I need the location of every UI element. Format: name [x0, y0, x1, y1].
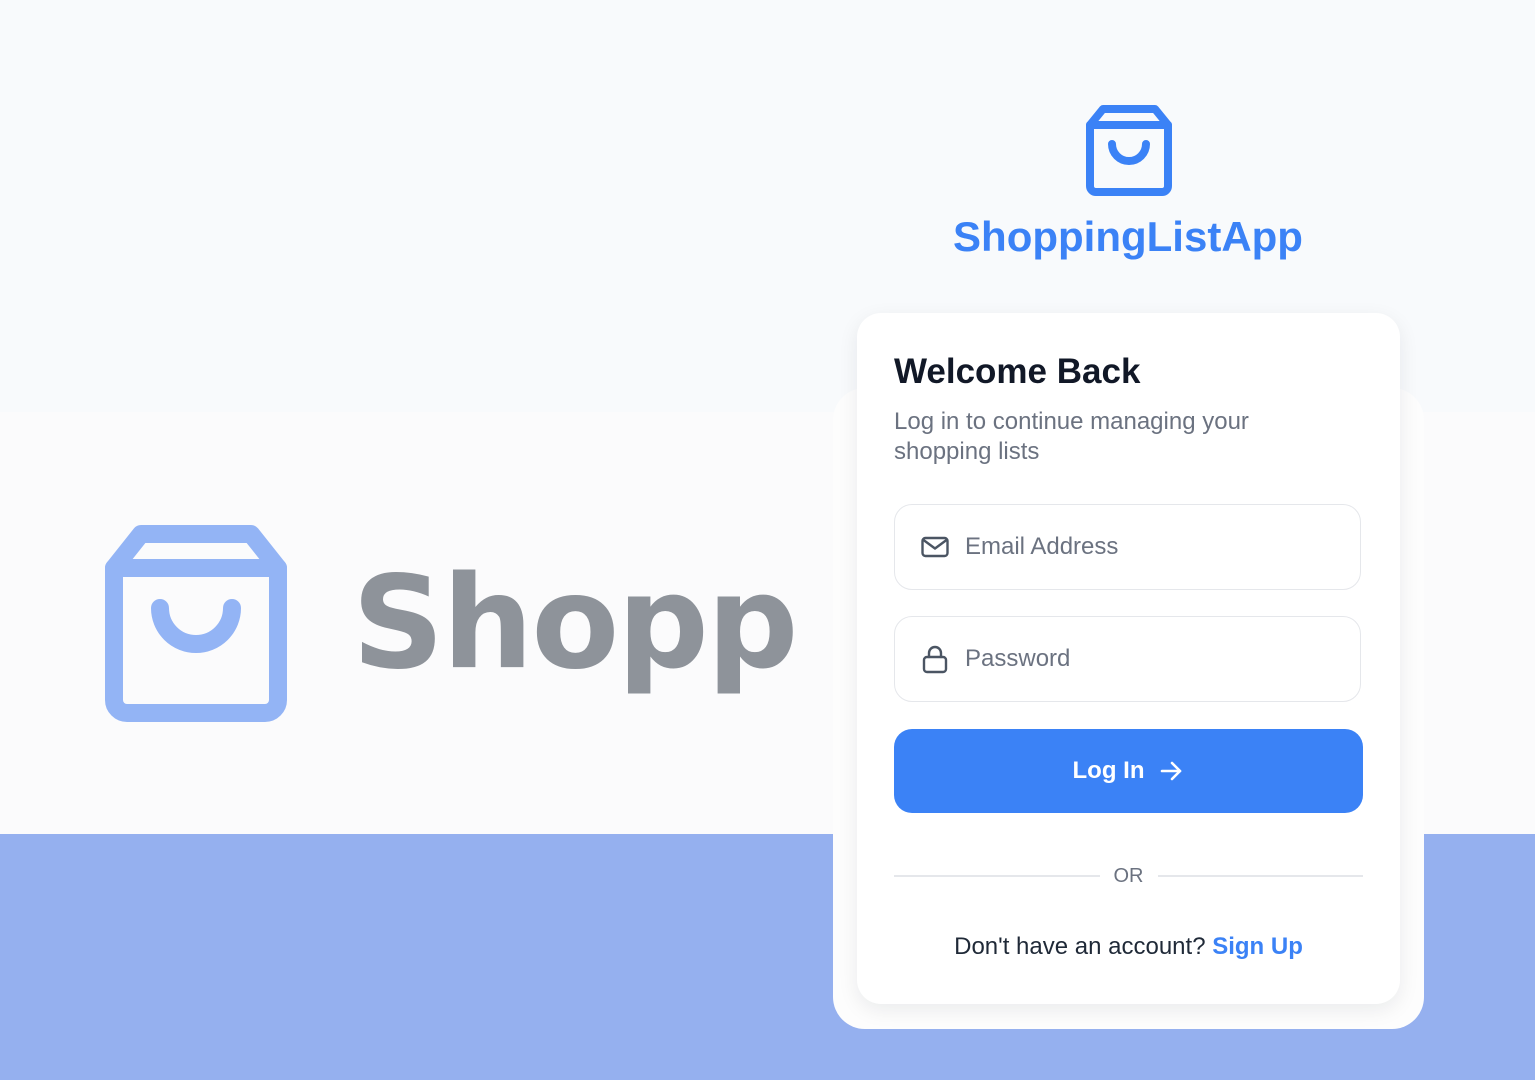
login-button-label: Log In	[1072, 757, 1145, 784]
divider-line	[1157, 875, 1363, 877]
or-divider: OR	[894, 861, 1363, 891]
app-name: ShoppingListApp	[953, 213, 1303, 260]
hero-wordmark: Shopp	[352, 549, 798, 698]
mail-icon	[920, 532, 950, 562]
divider-text: OR	[1113, 864, 1144, 887]
lock-icon	[920, 644, 950, 674]
shopping-bag-icon	[105, 525, 287, 722]
signup-prompt-row: Don't have an account? Sign Up	[857, 933, 1400, 961]
signup-link[interactable]: Sign Up	[1212, 933, 1303, 960]
password-input[interactable]	[963, 644, 1360, 674]
card-title: Welcome Back	[894, 352, 1141, 391]
login-card: Welcome Back Log in to continue managing…	[857, 313, 1400, 1004]
divider-line	[894, 875, 1100, 877]
card-subtitle: Log in to continue managing your shoppin…	[894, 408, 1249, 466]
signup-prompt: Don't have an account?	[954, 933, 1206, 960]
password-field[interactable]	[894, 616, 1361, 702]
arrow-right-icon	[1161, 761, 1182, 781]
email-field[interactable]	[894, 504, 1361, 590]
shopping-bag-icon	[1086, 105, 1172, 196]
email-input[interactable]	[963, 532, 1360, 562]
login-button[interactable]: Log In	[894, 729, 1363, 813]
